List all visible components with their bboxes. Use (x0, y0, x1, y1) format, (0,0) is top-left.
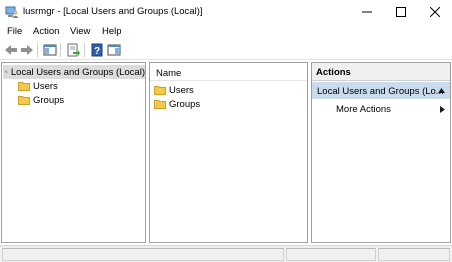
toolbar-separator (84, 43, 85, 57)
folder-icon (18, 82, 30, 91)
folder-icon (18, 96, 30, 105)
menu-bar: File Action View Help (0, 24, 452, 40)
list-item-label: Users (169, 84, 194, 96)
toolbar: ? (0, 40, 452, 60)
status-bar (0, 245, 452, 262)
actions-header-label: Actions (316, 67, 351, 78)
help-icon[interactable]: ? (90, 43, 104, 57)
close-icon (430, 7, 440, 17)
minimize-button[interactable] (350, 0, 384, 24)
folder-icon (154, 86, 166, 95)
result-list-pane: Name Users Groups (149, 62, 308, 243)
status-cell (286, 248, 376, 261)
menu-file[interactable]: File (7, 26, 22, 37)
menu-action[interactable]: Action (33, 26, 59, 37)
more-actions-item[interactable]: More Actions (336, 104, 391, 115)
menu-view[interactable]: View (70, 26, 90, 37)
svg-text:?: ? (94, 46, 100, 57)
list-item-users[interactable]: Users (154, 83, 194, 97)
export-list-icon[interactable] (66, 43, 80, 57)
title-bar: lusrmgr - [Local Users and Groups (Local… (0, 0, 452, 24)
tree-item-label: Local Users and Groups (Local) (10, 66, 145, 78)
folder-icon (154, 100, 166, 109)
list-item-label: Groups (169, 98, 201, 110)
toolbar-separator (60, 43, 61, 57)
computer-users-icon (5, 6, 19, 18)
computer-users-icon (5, 70, 8, 74)
tree-item-label: Users (33, 80, 58, 92)
column-header-name[interactable]: Name (150, 63, 307, 81)
collapse-caret-icon (438, 88, 445, 93)
forward-arrow-icon[interactable] (20, 43, 34, 57)
back-arrow-icon[interactable] (4, 43, 18, 57)
tree-item-groups[interactable]: Groups (18, 93, 64, 107)
maximize-button[interactable] (384, 0, 418, 24)
actions-section-local-users-groups[interactable]: Local Users and Groups (Lo... (312, 82, 450, 99)
minimize-icon (362, 11, 372, 13)
tree-item-users[interactable]: Users (18, 79, 58, 93)
window-title: lusrmgr - [Local Users and Groups (Local… (23, 6, 203, 17)
actions-pane: Actions Local Users and Groups (Lo... Mo… (311, 62, 451, 243)
status-cell (378, 248, 450, 261)
menu-help[interactable]: Help (102, 26, 122, 37)
show-hide-tree-icon[interactable] (43, 43, 57, 57)
close-button[interactable] (418, 0, 452, 24)
console-tree-pane: Local Users and Groups (Local) Users Gro… (1, 62, 146, 243)
tree-item-label: Groups (33, 94, 65, 106)
show-hide-action-pane-icon[interactable] (107, 43, 121, 57)
column-header-label: Name (156, 68, 182, 79)
list-item-groups[interactable]: Groups (154, 97, 200, 111)
submenu-arrow-icon (440, 106, 445, 113)
actions-header: Actions (312, 63, 450, 81)
actions-section-label: Local Users and Groups (Lo... (317, 86, 444, 97)
status-cell (2, 248, 284, 261)
tree-item-root[interactable]: Local Users and Groups (Local) (3, 65, 145, 79)
maximize-icon (396, 7, 406, 17)
toolbar-separator (37, 43, 38, 57)
